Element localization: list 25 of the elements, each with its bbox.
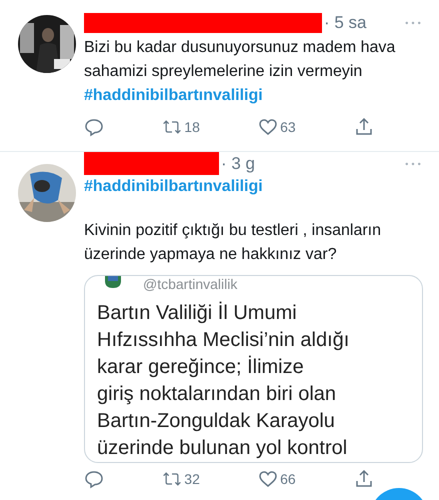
tweet-time: · 5 sa <box>324 13 367 33</box>
account-handle: @tcbartinvalilik <box>143 276 238 292</box>
shield-logo-icon <box>105 276 121 288</box>
embedded-image-card[interactable]: @tcbartinvalilik Bartın Valiliği İl Umumi Hıfzıssıhha Meclisi’nin aldığı karar gereğince; İlimize giriş noktalarından biri olan Bartın-Zonguldak Karayolu üzerinde bulunan yol kontrol <box>84 275 423 463</box>
reply-icon[interactable] <box>84 469 104 489</box>
heart-icon[interactable] <box>258 469 278 489</box>
tweet-time: · 3 g <box>221 154 256 174</box>
retweet-count: 18 <box>184 119 200 135</box>
embedded-text-line: karar gereğince; İlimize <box>97 354 304 380</box>
like-count: 66 <box>280 471 296 487</box>
embedded-text-line: giriş noktalarından biri olan <box>97 382 336 407</box>
like-count: 63 <box>280 119 296 135</box>
hashtag-link[interactable]: #haddinibilbartınvaliligi <box>84 175 263 199</box>
retweet-count: 32 <box>184 471 200 487</box>
embedded-text-line: üzerinde bulunan yol kontrol <box>97 436 348 461</box>
embedded-text-line: Hıfzıssıhha Meclisi’nin aldığı <box>97 328 350 353</box>
share-icon[interactable] <box>354 117 374 137</box>
tweet-text: Bizi bu kadar dusunuyorsunuz madem hava sahamizi spreylemelerine izin vermeyin <box>84 38 396 82</box>
reply-icon[interactable] <box>84 117 104 137</box>
heart-icon[interactable] <box>258 117 278 137</box>
embedded-text-line: Bartın-Zonguldak Karayolu <box>97 409 335 434</box>
share-icon[interactable] <box>354 469 374 489</box>
hashtag-link[interactable]: #haddinibilbartınvaliligi <box>84 84 263 108</box>
tweet-text: Kivinin pozitif çıktığı bu testleri , insanların üzerinde yapmaya ne hakkınız var? <box>84 221 382 265</box>
embedded-text-line: Bartın Valiliği İl Umumi <box>97 300 297 326</box>
